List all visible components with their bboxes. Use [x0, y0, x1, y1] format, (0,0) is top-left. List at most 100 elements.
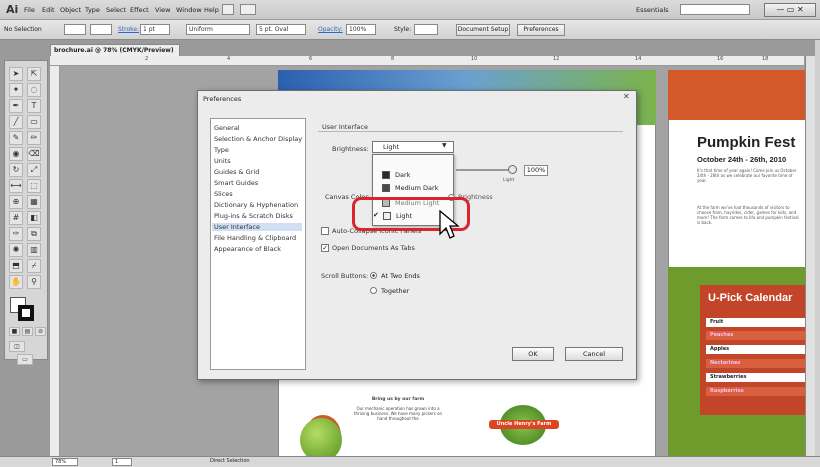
workspace-switcher[interactable]: Essentials — [636, 6, 669, 14]
current-tool-status[interactable]: Direct Selection — [210, 458, 250, 464]
menu-select[interactable]: Select — [106, 6, 126, 14]
menu-object[interactable]: Object — [60, 6, 81, 14]
mesh-tool-icon[interactable]: # — [9, 211, 23, 225]
preferences-button[interactable]: Preferences — [517, 24, 565, 36]
category-user-interface[interactable]: User Interface — [212, 223, 302, 231]
document-setup-button[interactable]: Document Setup — [456, 24, 510, 36]
rotate-tool-icon[interactable]: ↻ — [9, 163, 23, 177]
graphic-style-swatch[interactable] — [414, 24, 438, 35]
eyedropper-tool-icon[interactable]: ✑ — [9, 227, 23, 241]
symbol-sprayer-tool-icon[interactable]: ✺ — [9, 243, 23, 257]
draw-mode-icon[interactable]: ◫ — [9, 341, 25, 352]
category-selection-anchor[interactable]: Selection & Anchor Display — [214, 135, 302, 143]
panel-dock[interactable] — [815, 40, 820, 460]
type-tool-icon[interactable]: T — [27, 99, 41, 113]
ok-button[interactable]: OK — [512, 347, 554, 361]
app-logo: Ai — [6, 3, 19, 16]
zoom-tool-icon[interactable]: ⚲ — [27, 275, 41, 289]
selection-tool-icon[interactable]: ➤ — [9, 67, 23, 81]
lasso-tool-icon[interactable]: ◌ — [27, 83, 41, 97]
screen-mode-icon[interactable]: ▭ — [17, 354, 33, 365]
scroll-at-two-ends-radio[interactable] — [370, 272, 377, 279]
scroll-together-radio[interactable] — [370, 287, 377, 294]
stroke-swatch[interactable] — [90, 24, 112, 35]
none-mode-icon[interactable]: ⊘ — [35, 327, 46, 336]
stroke-label[interactable]: Stroke: — [118, 26, 139, 33]
opacity-label[interactable]: Opacity: — [318, 26, 343, 33]
vertical-scrollbar[interactable] — [805, 56, 815, 456]
ruler-number: 14 — [635, 56, 642, 62]
column-graph-tool-icon[interactable]: ▥ — [27, 243, 41, 257]
direct-selection-tool-icon[interactable]: ⇱ — [27, 67, 41, 81]
cover-paragraph-1: It's that time of year again! Come join … — [697, 168, 797, 183]
gradient-mode-icon[interactable]: ▤ — [22, 327, 33, 336]
farm-logo-text: Uncle Henry's Farm — [489, 420, 559, 429]
blend-tool-icon[interactable]: ⧉ — [27, 227, 41, 241]
perspective-grid-tool-icon[interactable]: ▦ — [27, 195, 41, 209]
pen-tool-icon[interactable]: ✒ — [9, 99, 23, 113]
close-icon[interactable]: ✕ — [623, 92, 630, 101]
menu-window[interactable]: Window — [176, 6, 202, 14]
artboard-tool-icon[interactable]: ⬒ — [9, 259, 23, 273]
category-plugins[interactable]: Plug-ins & Scratch Disks — [214, 212, 293, 220]
hand-tool-icon[interactable]: ✋ — [9, 275, 23, 289]
brightness-value-field[interactable]: 100% — [524, 165, 548, 176]
menu-help[interactable]: Help — [204, 6, 219, 14]
brightness-slider-track[interactable] — [456, 169, 516, 171]
category-file-handling[interactable]: File Handling & Clipboard — [214, 234, 296, 242]
category-type[interactable]: Type — [214, 146, 229, 154]
zoom-field[interactable]: 78% — [52, 458, 78, 466]
variable-width-profile[interactable]: Uniform — [186, 24, 250, 35]
farm-description: Bring us by our farm Our mechanic operat… — [353, 397, 443, 421]
chevron-down-icon[interactable]: ▼ — [442, 142, 447, 149]
category-slices[interactable]: Slices — [214, 190, 233, 198]
cover-headline: Pumpkin Fest — [697, 134, 796, 151]
blob-brush-tool-icon[interactable]: ◉ — [9, 147, 23, 161]
pencil-tool-icon[interactable]: ✏ — [27, 131, 41, 145]
brush-definition[interactable]: 5 pt. Oval — [256, 24, 306, 35]
auto-collapse-checkbox[interactable] — [321, 227, 329, 235]
category-general[interactable]: General — [214, 124, 240, 132]
bridge-icon[interactable] — [222, 4, 234, 15]
stroke-color-icon[interactable] — [18, 305, 34, 321]
category-smart-guides[interactable]: Smart Guides — [214, 179, 258, 187]
opacity-field[interactable]: 100% — [346, 24, 376, 35]
artboard-navigation[interactable]: 1 — [112, 458, 132, 466]
style-label: Style: — [394, 26, 412, 33]
brightness-option-dark[interactable]: Dark — [395, 171, 410, 179]
rectangle-tool-icon[interactable]: ▭ — [27, 115, 41, 129]
category-appearance-black[interactable]: Appearance of Black — [214, 245, 281, 253]
menu-view[interactable]: View — [155, 6, 170, 14]
category-guides-grid[interactable]: Guides & Grid — [214, 168, 259, 176]
gradient-tool-icon[interactable]: ◧ — [27, 211, 41, 225]
open-docs-tabs-checkbox[interactable]: ✓ — [321, 244, 329, 252]
shape-builder-tool-icon[interactable]: ⊕ — [9, 195, 23, 209]
line-tool-icon[interactable]: ╱ — [9, 115, 23, 129]
scale-tool-icon[interactable]: ⤢ — [27, 163, 41, 177]
arrange-documents-icon[interactable] — [240, 4, 256, 15]
color-mode-icon[interactable]: ■ — [9, 327, 20, 336]
menu-effect[interactable]: Effect — [130, 6, 149, 14]
search-field[interactable] — [680, 4, 750, 15]
ruler-number: 16 — [717, 56, 724, 62]
category-dictionary[interactable]: Dictionary & Hyphenation — [214, 201, 298, 209]
cancel-button[interactable]: Cancel — [565, 347, 623, 361]
slice-tool-icon[interactable]: ⌿ — [27, 259, 41, 273]
window-controls[interactable]: — ▭ ✕ — [764, 3, 816, 17]
brightness-option-medium-dark[interactable]: Medium Dark — [395, 184, 438, 192]
fill-swatch[interactable] — [64, 24, 86, 35]
magic-wand-tool-icon[interactable]: ✦ — [9, 83, 23, 97]
category-units[interactable]: Units — [214, 157, 231, 165]
brightness-slider-knob[interactable] — [508, 165, 517, 174]
medium-dark-swatch-icon — [382, 184, 390, 192]
menu-edit[interactable]: Edit — [42, 6, 55, 14]
paintbrush-tool-icon[interactable]: ✎ — [9, 131, 23, 145]
eraser-tool-icon[interactable]: ⌫ — [27, 147, 41, 161]
menu-type[interactable]: Type — [85, 6, 100, 14]
menu-file[interactable]: File — [24, 6, 35, 14]
width-tool-icon[interactable]: ⟷ — [9, 179, 23, 193]
scroll-buttons-label: Scroll Buttons: — [321, 272, 369, 280]
ruler-number: 18 — [762, 56, 769, 62]
free-transform-tool-icon[interactable]: ⬚ — [27, 179, 41, 193]
stroke-weight-field[interactable]: 1 pt — [140, 24, 170, 35]
